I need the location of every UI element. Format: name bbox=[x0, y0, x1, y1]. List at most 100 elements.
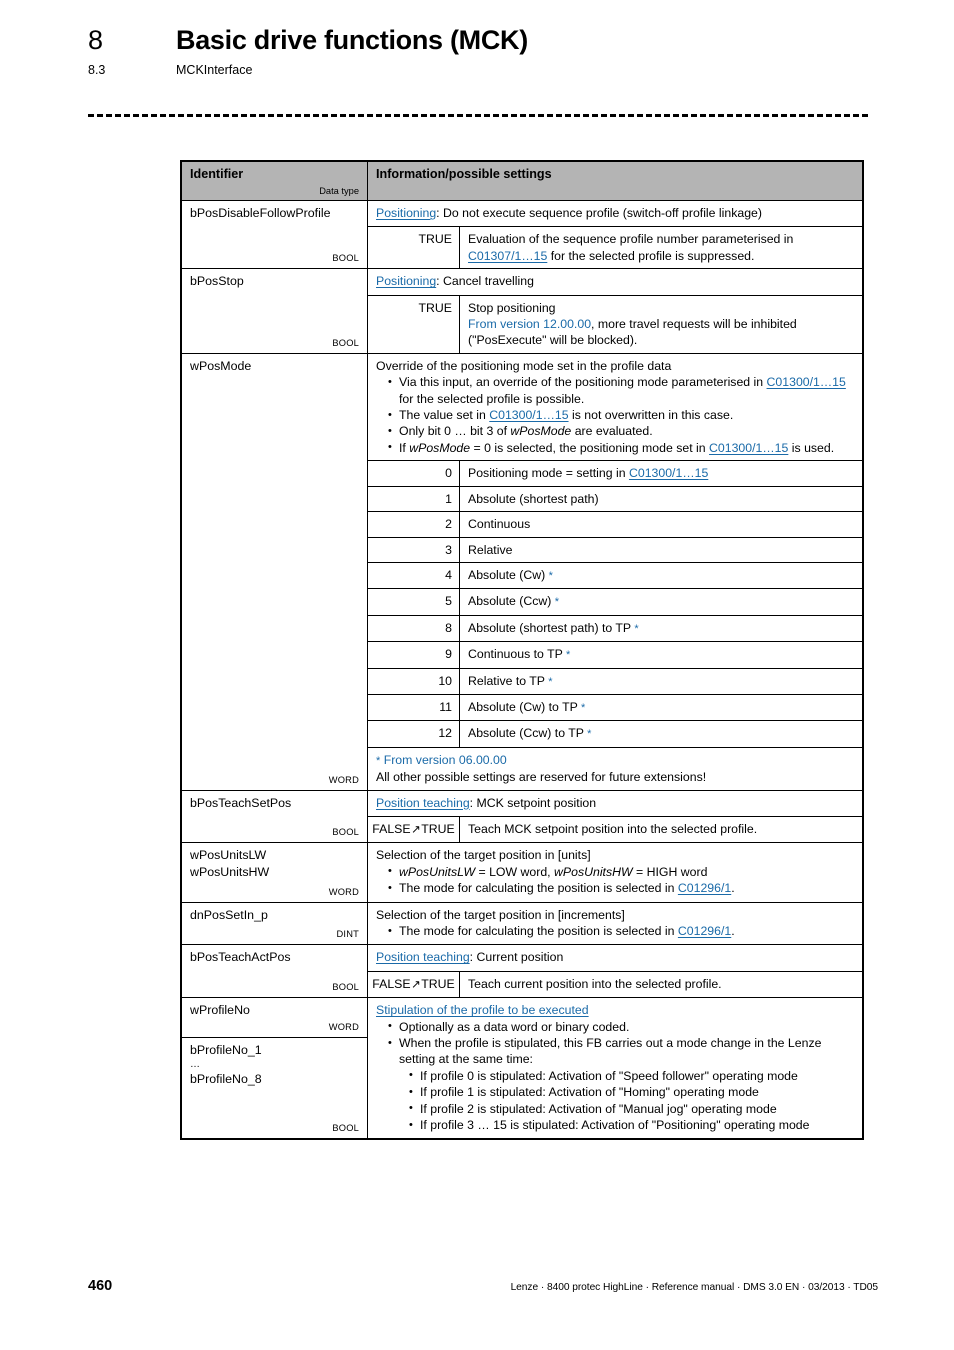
text-part-2: for the selected profile is possible. bbox=[399, 391, 585, 406]
description-intro: Selection of the target position in [inc… bbox=[376, 907, 625, 922]
text-part-2: are evaluated. bbox=[574, 424, 653, 439]
identifier-cell: wProfileNo WORD bbox=[182, 998, 367, 1039]
italic-term: wPosMode bbox=[409, 440, 471, 455]
link-c01296[interactable]: C01296/1 bbox=[678, 881, 731, 895]
sub-bullet-list: If profile 0 is stipulated: Activation o… bbox=[399, 1067, 854, 1134]
identifier-datatype: DINT bbox=[336, 929, 359, 940]
mode-value: 4 bbox=[368, 562, 460, 589]
mode-subrow: 5 Absolute (Ccw) * bbox=[368, 588, 862, 615]
table-row: bPosTeachActPos BOOL Position teaching: … bbox=[182, 944, 862, 998]
table-row: wProfileNo WORD bProfileNo_1 … bProfileN… bbox=[182, 997, 862, 1139]
footnote-marker: * bbox=[554, 596, 560, 609]
description-intro: Selection of the target position in [uni… bbox=[376, 848, 591, 863]
description-text: Override of the positioning mode set in … bbox=[368, 354, 862, 460]
text-part-2: = HIGH word bbox=[636, 864, 708, 879]
mode-value: 10 bbox=[368, 668, 460, 694]
mode-value: 0 bbox=[368, 461, 460, 486]
header-divider bbox=[88, 114, 868, 117]
header-identifier-label: Identifier bbox=[190, 167, 244, 181]
value-description: Teach current position into the selected… bbox=[468, 976, 722, 991]
link-positioning[interactable]: Positioning bbox=[376, 206, 436, 220]
bullet-list: Optionally as a data word or binary code… bbox=[376, 1018, 854, 1134]
description-text: Position teaching: Current position bbox=[368, 945, 862, 970]
identifier-datatype: BOOL bbox=[332, 982, 359, 993]
description-text: Positioning: Do not execute sequence pro… bbox=[368, 201, 862, 226]
text-line-2: From version 12.00.00, more travel reque… bbox=[468, 316, 854, 332]
text-part-1: The mode for calculating the position is… bbox=[399, 924, 675, 938]
link-c01300[interactable]: C01300/1…15 bbox=[629, 466, 708, 480]
link-c01307[interactable]: C01307/1…15 bbox=[468, 249, 547, 263]
mode-label: Absolute (shortest path) bbox=[468, 491, 599, 506]
footer-text: Lenze · 8400 protec HighLine · Reference… bbox=[510, 1282, 878, 1293]
mode-value: 8 bbox=[368, 615, 460, 642]
description-tail: : Cancel travelling bbox=[436, 274, 534, 289]
list-item: When the profile is stipulated, this FB … bbox=[388, 1035, 854, 1134]
footnote-row: * From version 06.00.00 All other possib… bbox=[368, 746, 862, 790]
link-position-teaching[interactable]: Position teaching bbox=[376, 950, 470, 964]
mode-label: Relative bbox=[468, 542, 513, 557]
value-description: Teach MCK setpoint position into the sel… bbox=[468, 821, 758, 836]
list-item: Only bit 0 … bit 3 of wPosMode are evalu… bbox=[388, 423, 854, 440]
description-text: Position teaching: MCK setpoint position bbox=[368, 791, 862, 816]
footnote-text: All other possible settings are reserved… bbox=[376, 770, 707, 785]
table-row: bPosTeachSetPos BOOL Position teaching: … bbox=[182, 789, 862, 843]
identifier-datatype: WORD bbox=[328, 1022, 359, 1033]
mode-subrow: 2 Continuous bbox=[368, 511, 862, 537]
list-item: Optionally as a data word or binary code… bbox=[388, 1018, 854, 1035]
link-c01296[interactable]: C01296/1 bbox=[678, 924, 731, 938]
identifier-cell: bPosTeachActPos BOOL bbox=[182, 945, 368, 998]
footnote-version: From version 06.00.00 bbox=[383, 752, 507, 767]
identifier-name: wProfileNo bbox=[190, 1003, 250, 1018]
mode-subrow: 0 Positioning mode = setting in C01300/1… bbox=[368, 460, 862, 486]
information-cell: Stipulation of the profile to be execute… bbox=[368, 998, 862, 1138]
link-position-teaching[interactable]: Position teaching bbox=[376, 796, 470, 810]
value-subrow: FALSE↗TRUE Teach current position into t… bbox=[368, 970, 862, 998]
link-positioning[interactable]: Positioning bbox=[376, 274, 436, 288]
information-cell: Position teaching: MCK setpoint position… bbox=[368, 791, 862, 843]
mode-subrow: 4 Absolute (Cw) * bbox=[368, 561, 862, 589]
mode-text: Positioning mode = setting in bbox=[468, 466, 629, 481]
link-stipulation[interactable]: Stipulation of the profile to be execute… bbox=[376, 1003, 589, 1017]
description-intro: Stipulation of the profile to be execute… bbox=[376, 1002, 854, 1018]
identifier-cell: wPosUnitsLW wPosUnitsHW WORD bbox=[182, 843, 368, 902]
information-cell: Override of the positioning mode set in … bbox=[368, 354, 862, 790]
identifier-cell: dnPosSetIn_p DINT bbox=[182, 902, 368, 945]
chapter-heading: 8 Basic drive functions (MCK) bbox=[88, 24, 878, 56]
arrow-up-right-icon: ↗ bbox=[411, 978, 421, 991]
mode-text: Relative to TP bbox=[468, 673, 545, 688]
text-part-2: = 0 is selected, the positioning mode se… bbox=[473, 440, 706, 455]
identifier-datatype: WORD bbox=[328, 886, 359, 897]
footnote-marker: * bbox=[548, 569, 553, 582]
value-false: FALSE bbox=[372, 976, 411, 991]
list-item: If wPosMode = 0 is selected, the positio… bbox=[388, 439, 854, 456]
footnote-cell: * From version 06.00.00 All other possib… bbox=[368, 748, 862, 790]
list-item: If profile 3 … 15 is stipulated: Activat… bbox=[409, 1117, 854, 1134]
identifier-names: bProfileNo_1 … bProfileNo_8 bbox=[190, 1042, 359, 1088]
header-information-label: Information/possible settings bbox=[376, 167, 552, 181]
identifier-datatype: WORD bbox=[328, 774, 359, 785]
transition-label: FALSE↗TRUE bbox=[368, 816, 460, 843]
text-part-1: The value set in bbox=[399, 408, 486, 423]
link-c01300[interactable]: C01300/1…15 bbox=[767, 375, 846, 389]
value-true: TRUE bbox=[421, 976, 455, 991]
header-datatype-label: Data type bbox=[319, 186, 359, 196]
list-item: The mode for calculating the position is… bbox=[388, 880, 854, 897]
mode-text: Absolute (Cw) bbox=[468, 567, 546, 582]
description-tail: : MCK setpoint position bbox=[469, 795, 597, 810]
parameter-table: Identifier Data type Information/possibl… bbox=[180, 160, 864, 1141]
value-description: Stop positioning From version 12.00.00, … bbox=[460, 296, 862, 353]
link-c01300[interactable]: C01300/1…15 bbox=[489, 408, 568, 422]
italic-term: wPosUnitsLW bbox=[399, 864, 476, 879]
list-item: If profile 0 is stipulated: Activation o… bbox=[409, 1067, 854, 1084]
table-row: dnPosSetIn_p DINT Selection of the targe… bbox=[182, 901, 862, 945]
footnote-version-line: * From version 06.00.00 bbox=[376, 752, 854, 769]
information-cell: Position teaching: Current position FALS… bbox=[368, 945, 862, 998]
identifier-name: bProfileNo_1 bbox=[190, 1043, 262, 1058]
version-note: From version 12.00.00 bbox=[468, 317, 592, 332]
identifier-name: bPosTeachSetPos bbox=[190, 795, 292, 810]
table-header-row: Identifier Data type Information/possibl… bbox=[182, 162, 862, 200]
identifier-cell: bPosTeachSetPos BOOL bbox=[182, 790, 368, 843]
description-text: Positioning: Cancel travelling bbox=[368, 269, 862, 294]
link-c01300[interactable]: C01300/1…15 bbox=[709, 441, 788, 455]
mode-label: Positioning mode = setting in C01300/1…1… bbox=[460, 461, 862, 485]
